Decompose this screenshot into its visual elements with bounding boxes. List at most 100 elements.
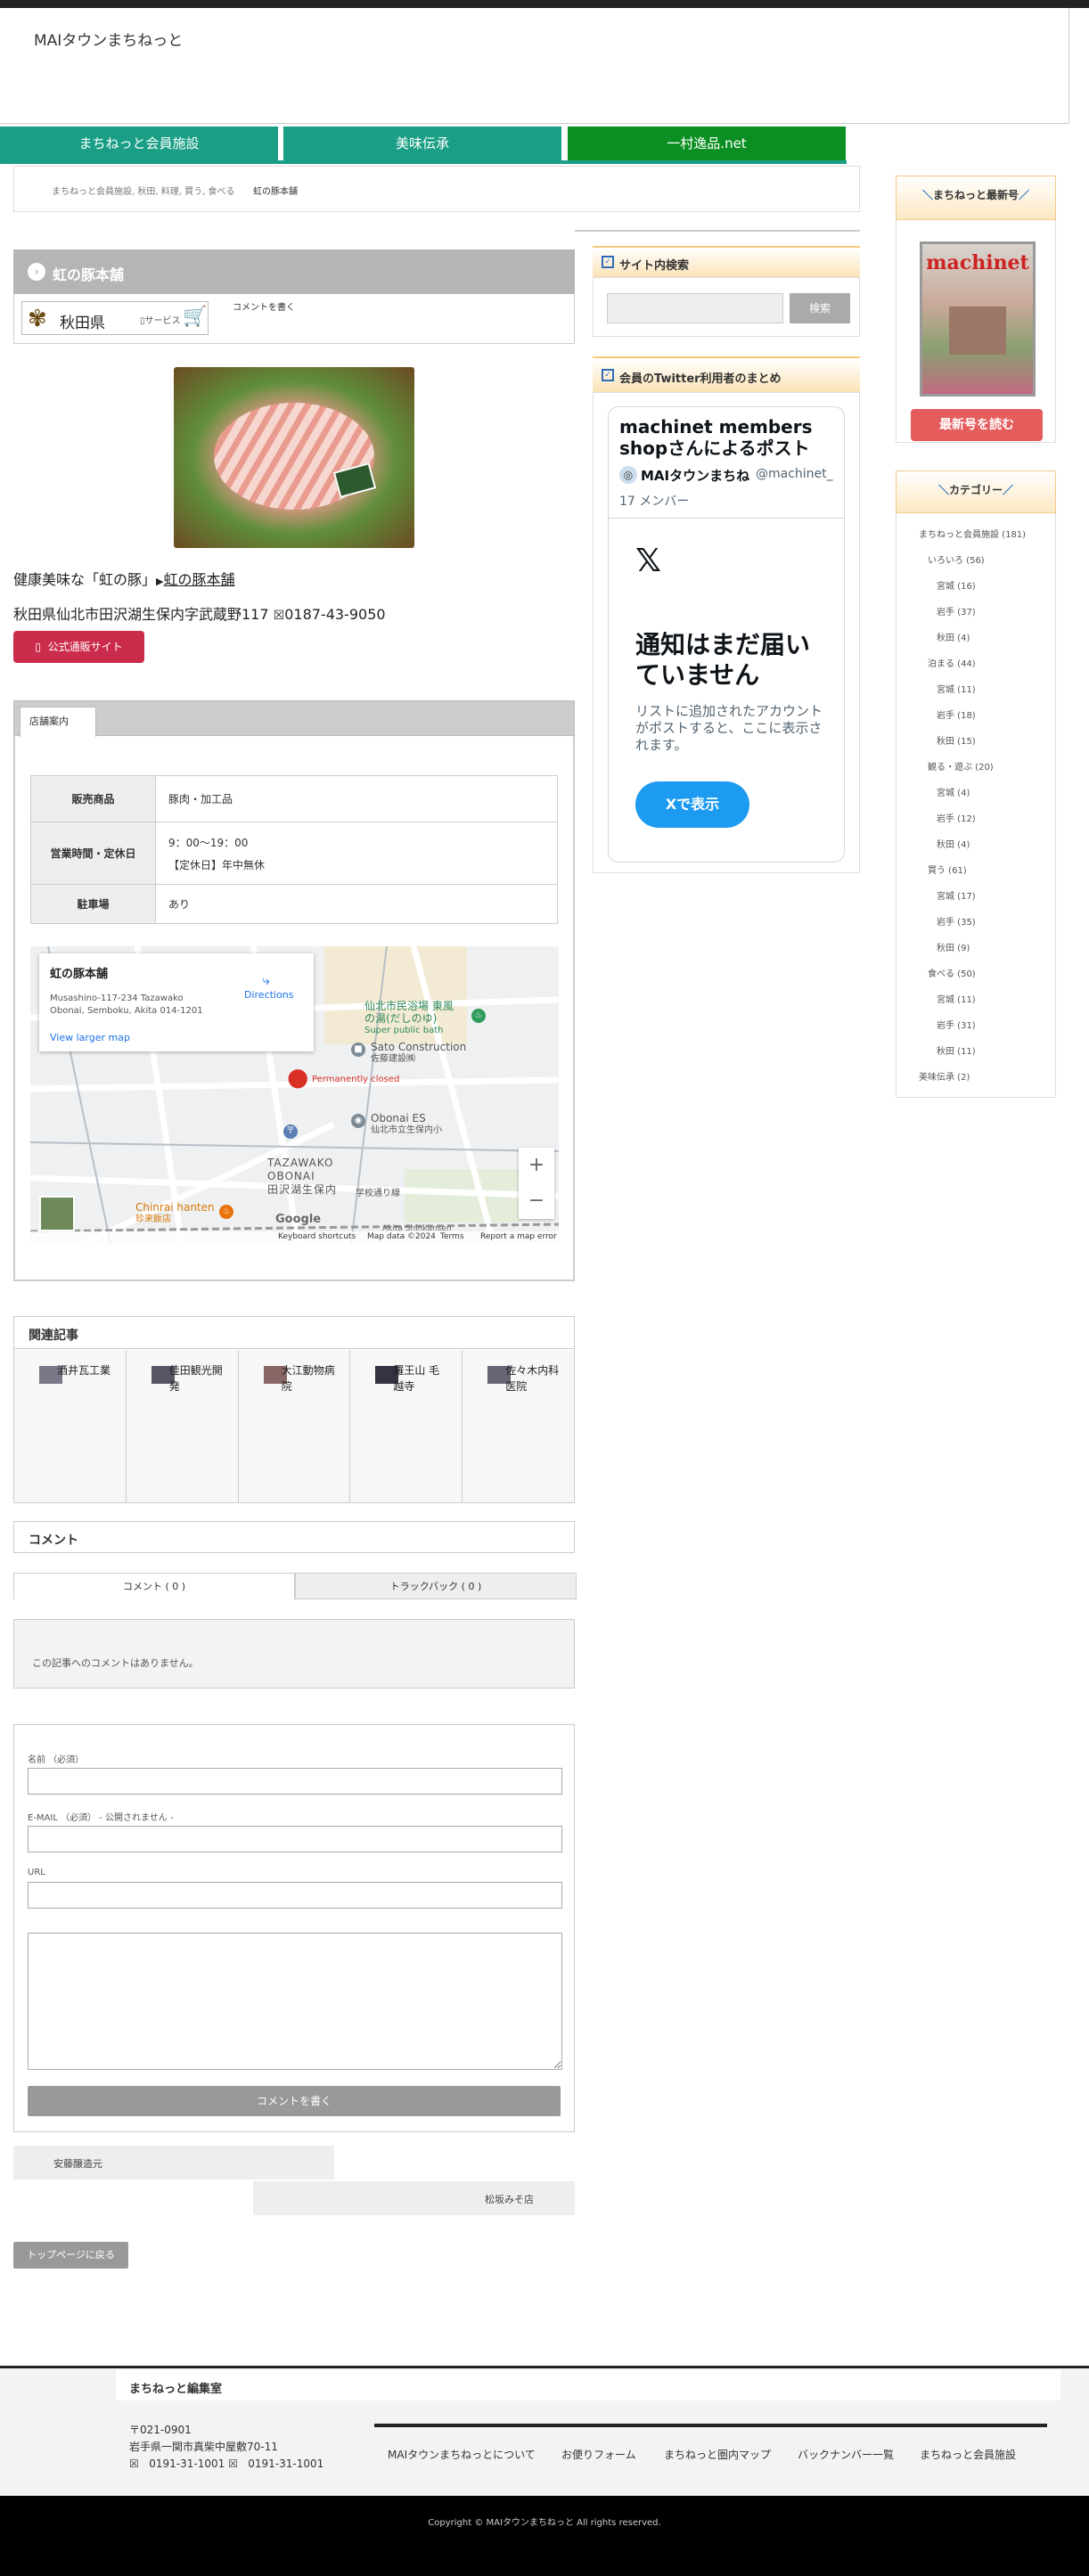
category-item[interactable]: 観る・遊ぶ (20) (897, 755, 1055, 781)
google-logo: Google (275, 1213, 322, 1226)
category-item[interactable]: 宮城 (11) (897, 987, 1055, 1013)
table-row: 販売商品 豚肉・加工品 (30, 775, 558, 822)
category-item[interactable]: 宮城 (11) (897, 677, 1055, 703)
category-item[interactable]: 宮城 (17) (897, 884, 1055, 910)
category-item[interactable]: 岩手 (31) (897, 1013, 1055, 1039)
phone-icon: ☒ (273, 609, 285, 623)
category-item[interactable]: 秋田 (11) (897, 1039, 1055, 1065)
nav-item-members[interactable]: まちねっと会員施設 (0, 127, 278, 160)
related-item[interactable]: 羅王山 毛越寺 (350, 1350, 463, 1502)
related-item[interactable]: 佳田観光開発 (126, 1350, 239, 1502)
next-post-link[interactable]: 松坂みそ店 (253, 2181, 575, 2215)
related-list: 酒井瓦工業 佳田観光開発 大江動物病院 羅王山 毛越寺 佐々木内科医院 (14, 1350, 574, 1502)
magazine-name: machinet (926, 251, 1029, 274)
footer-link-about[interactable]: MAIタウンまちねっとについて (388, 2447, 536, 2462)
zoom-out-button[interactable]: − (519, 1183, 554, 1219)
related-item[interactable]: 大江動物病院 (238, 1350, 351, 1502)
category-title: ＼カテゴリー／ (896, 470, 1056, 513)
tab-shop-info[interactable]: 店舗案内 (20, 707, 96, 737)
footer-link-map[interactable]: まちねっと圏内マップ (664, 2447, 771, 2462)
desc-link[interactable]: 虹の豚本舗 (163, 571, 234, 588)
map-directions-link[interactable]: Directions (244, 989, 293, 1001)
global-nav: まちねっと会員施設 美味伝承 一村逸品.net (0, 127, 1089, 164)
sato-poi-icon: ■ (351, 1043, 365, 1057)
tw-handle: @machinet_ (756, 467, 833, 481)
sidebar-divider (575, 230, 860, 232)
nav-item-bimi[interactable]: 美味伝承 (283, 127, 561, 160)
category-item[interactable]: 秋田 (4) (897, 832, 1055, 858)
twitter-embed[interactable]: machinet members shopさんによるポスト ◎ MAIタウンまち… (608, 406, 845, 863)
site-search-input[interactable] (607, 293, 783, 323)
magazine-cover-image[interactable]: machinet (920, 241, 1036, 397)
category-item[interactable]: 岩手 (12) (897, 806, 1055, 832)
tw-view-button[interactable]: Xで表示 (635, 781, 749, 828)
map-keyboard-link[interactable]: Keyboard shortcuts (278, 1232, 356, 1241)
directions-icon: ⤷ (262, 971, 270, 988)
name-input[interactable] (28, 1768, 562, 1795)
related-item[interactable]: 酒井瓦工業 (14, 1350, 127, 1502)
zoom-in-button[interactable]: + (519, 1148, 554, 1183)
url-label: URL (28, 1868, 45, 1877)
prev-post-link[interactable]: 安藤醸造元 (13, 2146, 334, 2179)
comment-textarea[interactable] (28, 1933, 562, 2070)
tab-comments[interactable]: コメント ( 0 ) (13, 1573, 295, 1599)
email-input[interactable] (28, 1826, 562, 1852)
breadcrumb-path[interactable]: まちねっと会員施設, 秋田, 料理, 買う, 食べる (52, 184, 234, 197)
address-text: 秋田県仙北市田沢湖生保内字武蔵野117 (13, 606, 269, 623)
google-map[interactable]: 虹の豚本舗 Musashino-117-234 Tazawako Obonai,… (30, 946, 559, 1244)
site-title[interactable]: MAIタウンまちねっと (34, 28, 183, 50)
read-latest-button[interactable]: 最新号を読む (911, 409, 1043, 441)
map-report-link[interactable]: Report a map error (480, 1232, 557, 1241)
category-item[interactable]: 買う (61) (897, 858, 1055, 884)
row-label: 駐車場 (30, 884, 156, 924)
category-item[interactable]: 泊まる (44) (897, 651, 1055, 677)
service-label: ▯サービス (140, 316, 181, 326)
official-shop-button[interactable]: ▯ 公式通販サイト (13, 631, 144, 663)
nav-item-isson[interactable]: 一村逸品.net (568, 127, 846, 160)
category-item[interactable]: いろいろ (56) (897, 548, 1055, 574)
school-poi-icon: ◉ (351, 1114, 365, 1128)
twitter-widget-title: ✓ 会員のTwitter利用者のまとめ (593, 356, 860, 392)
tw-empty-title: 通知はまだ届いていません (635, 630, 811, 690)
fax-icon: ☒ (228, 2457, 238, 2470)
submit-comment-button[interactable]: コメントを書く (28, 2086, 561, 2116)
latest-issue-widget: machinet 最新号を読む (896, 220, 1056, 443)
map-poi-sato: Sato Construction 佐藤建設㈱ (371, 1041, 467, 1064)
tw-empty-desc: リストに追加されたアカウントがポストすると、ここに表示されます。 (635, 703, 823, 753)
category-item[interactable]: 秋田 (15) (897, 729, 1055, 755)
map-larger-link[interactable]: View larger map (50, 1032, 130, 1043)
category-item[interactable]: まちねっと会員施設 (181) (897, 522, 1055, 548)
x-logo-icon: 𝕏 (635, 543, 662, 579)
footer-link-backnumber[interactable]: バックナンバー一覧 (798, 2447, 894, 2462)
site-search-button[interactable]: 検索 (790, 293, 850, 323)
slash-deco-icon: ＼ (938, 484, 949, 496)
map-place-name: 虹の豚本舗 (50, 968, 109, 981)
breadcrumb: まちねっと会員施設, 秋田, 料理, 買う, 食べる 虹の豚本舗 (13, 166, 860, 212)
map-satellite-toggle[interactable] (39, 1196, 75, 1231)
bath-poi-icon: ♨ (471, 1009, 486, 1023)
tab-trackbacks[interactable]: トラックバック ( 0 ) (295, 1573, 577, 1599)
footer-link-form[interactable]: お便りフォーム (561, 2447, 636, 2462)
category-item[interactable]: 秋田 (9) (897, 936, 1055, 961)
url-input[interactable] (28, 1882, 562, 1909)
category-item[interactable]: 岩手 (18) (897, 703, 1055, 729)
category-item[interactable]: 岩手 (37) (897, 600, 1055, 626)
slash-deco-icon: ／ (1019, 189, 1030, 201)
footer-link-members[interactable]: まちねっと会員施設 (920, 2447, 1016, 2462)
category-item[interactable]: 美味伝承 (2) (897, 1065, 1055, 1091)
back-to-top-button[interactable]: トップページに戻る (13, 2242, 128, 2269)
category-item[interactable]: 宮城 (4) (897, 781, 1055, 806)
category-item[interactable]: 食べる (50) (897, 961, 1055, 987)
cart-icon: 🛒 (183, 306, 208, 328)
comment-link[interactable]: コメントを書く (233, 299, 295, 313)
phone-number: 0187-43-9050 (284, 606, 386, 623)
category-item[interactable]: 秋田 (4) (897, 626, 1055, 651)
category-item[interactable]: 岩手 (35) (897, 910, 1055, 936)
category-item[interactable]: 宮城 (16) (897, 574, 1055, 600)
footer-address: 岩手県一関市真柴中屋敷70-11 (129, 2441, 278, 2453)
site-header: MAIタウンまちねっと (0, 8, 1069, 124)
map-terms-link[interactable]: Terms (440, 1232, 464, 1241)
related-item[interactable]: 佐々木内科医院 (463, 1350, 574, 1502)
article-meta-bar: ✾ 秋田県 ▯サービス 🛒 コメントを書く (13, 294, 575, 344)
tw-members: 17 メンバー (619, 495, 690, 509)
